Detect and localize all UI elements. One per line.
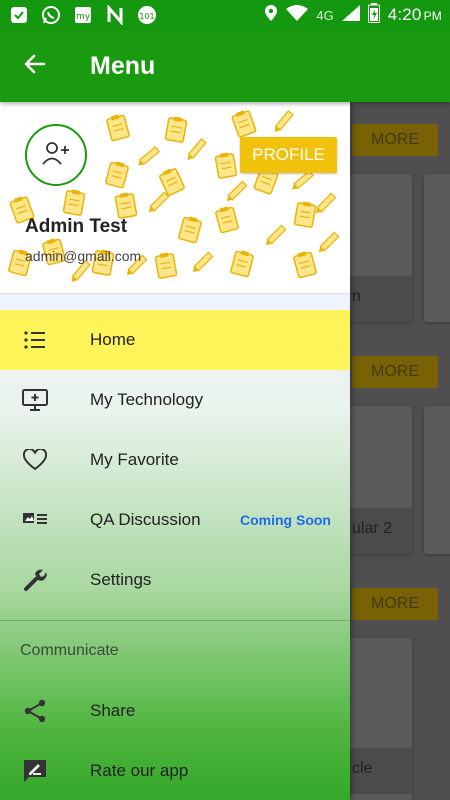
location-icon bbox=[264, 4, 278, 27]
menu-item-rate-our-app[interactable]: Rate our app bbox=[0, 741, 350, 800]
profile-header: PROFILE Admin Test admin@gmail.com bbox=[0, 102, 350, 294]
share-icon bbox=[0, 699, 70, 723]
list-icon bbox=[0, 331, 70, 349]
menu-item-label: Rate our app bbox=[90, 761, 189, 780]
user-name: Admin Test bbox=[25, 216, 128, 237]
menu-item-qa-discussion[interactable]: QA Discussion Coming Soon bbox=[0, 490, 350, 550]
my-icon: my bbox=[72, 5, 94, 25]
monitor-plus-icon bbox=[0, 389, 70, 411]
wrench-icon bbox=[0, 568, 70, 592]
page-title: Menu bbox=[90, 51, 156, 80]
svg-text:101: 101 bbox=[139, 12, 154, 21]
app-101-icon: 101 bbox=[136, 5, 158, 25]
coming-soon-badge: Coming Soon bbox=[240, 512, 331, 528]
menu-item-label: Share bbox=[90, 701, 136, 720]
rate-review-icon bbox=[0, 759, 70, 783]
avatar[interactable] bbox=[25, 124, 87, 186]
id-card-icon bbox=[0, 512, 70, 528]
back-button[interactable] bbox=[0, 30, 70, 102]
menu-item-label: Settings bbox=[90, 570, 152, 589]
shield-check-icon bbox=[8, 5, 30, 25]
menu-item-label: My Favorite bbox=[90, 450, 179, 469]
svg-text:my: my bbox=[76, 12, 91, 22]
user-email: admin@gmail.com bbox=[25, 248, 142, 264]
network-type: 4G bbox=[316, 7, 334, 23]
menu-item-label: QA Discussion bbox=[90, 510, 201, 529]
svg-text:R: R bbox=[345, 9, 350, 17]
wifi-icon bbox=[286, 4, 309, 26]
battery-icon bbox=[367, 2, 380, 28]
menu-item-share[interactable]: Share bbox=[0, 681, 350, 741]
signal-icon: R bbox=[341, 4, 360, 26]
navigation-drawer: PROFILE Admin Test admin@gmail.com Home … bbox=[0, 102, 350, 800]
menu-item-my-favorite[interactable]: My Favorite bbox=[0, 430, 350, 490]
menu-item-my-technology[interactable]: My Technology bbox=[0, 370, 350, 430]
clock: 4:20 PM bbox=[387, 5, 442, 24]
menu-item-home[interactable]: Home bbox=[0, 310, 350, 370]
status-bar: my 101 4G R 4:20 PM bbox=[0, 0, 450, 30]
menu-item-label: Home bbox=[90, 330, 136, 349]
whatsapp-icon bbox=[40, 5, 62, 25]
menu-item-label: My Technology bbox=[90, 390, 204, 409]
arrow-back-icon bbox=[24, 53, 46, 80]
n-icon bbox=[104, 5, 126, 25]
drawer-menu: Home My Technology My Favorite QA Discus… bbox=[0, 310, 350, 800]
heart-icon bbox=[0, 449, 70, 471]
profile-button[interactable]: PROFILE bbox=[240, 137, 337, 173]
app-bar: Menu bbox=[0, 30, 450, 102]
section-title-communicate: Communicate bbox=[20, 642, 119, 659]
add-user-icon bbox=[41, 140, 71, 171]
menu-item-settings[interactable]: Settings bbox=[0, 550, 350, 610]
